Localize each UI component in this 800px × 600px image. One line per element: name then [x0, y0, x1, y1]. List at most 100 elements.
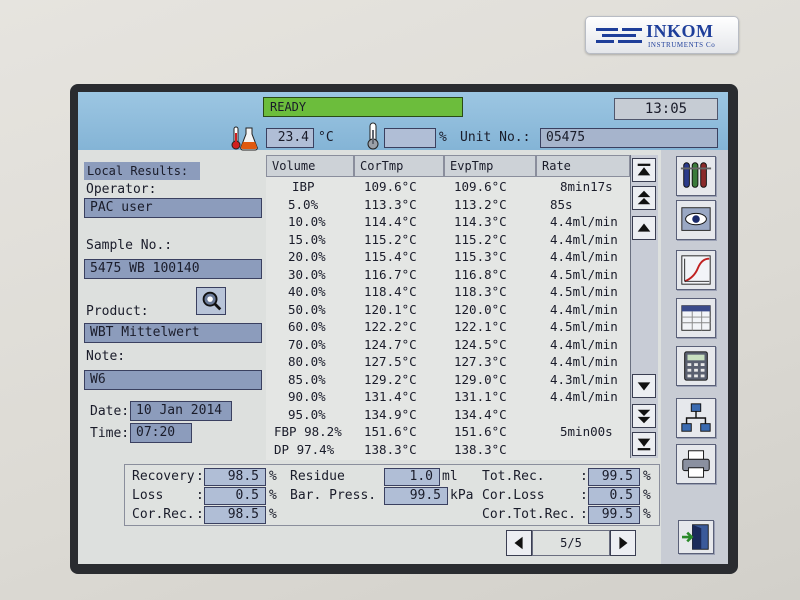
cortmp-cell: 118.4°C: [364, 284, 417, 299]
rate-cell: 4.5ml/min: [550, 319, 618, 334]
clock-display: 13:05: [614, 98, 718, 120]
sample-field[interactable]: 5475 WB 100140: [84, 259, 262, 279]
correc-value[interactable]: 98.5: [204, 506, 266, 524]
brand-name: INKOM: [646, 21, 714, 41]
page-up-button[interactable]: [632, 186, 656, 210]
network-icon[interactable]: [676, 398, 716, 438]
volume-cell: 30.0%: [288, 266, 326, 282]
loss-value[interactable]: 0.5: [204, 487, 266, 505]
totrec-unit: %: [643, 469, 651, 484]
cortotrec-value[interactable]: 99.5: [588, 506, 640, 524]
table-row: 85.0% 129.2°C 129.0°C 4.3ml/min: [266, 371, 630, 388]
table-row: 20.0% 115.4°C 115.3°C 4.4ml/min: [266, 248, 630, 265]
humidity-unit: %: [439, 130, 447, 145]
table-row: 40.0% 118.4°C 118.3°C 4.5ml/min: [266, 283, 630, 300]
humidity-field[interactable]: [384, 128, 436, 148]
volume-cell: 50.0%: [288, 301, 326, 317]
unit-no-label: Unit No.:: [460, 130, 531, 145]
ambient-temperature-field[interactable]: 23.4: [266, 128, 314, 148]
volume-cell: FBP 98.2%: [274, 424, 342, 439]
previous-page-button[interactable]: [506, 530, 532, 556]
evptmp-cell: 124.5°C: [454, 336, 507, 352]
volume-cell: IBP: [292, 179, 315, 194]
volume-cell: 20.0%: [288, 249, 326, 264]
time-field[interactable]: 07:20: [130, 423, 192, 443]
evptmp-cell: 109.6°C: [454, 179, 507, 194]
recovery-value[interactable]: 98.5: [204, 468, 266, 486]
graph-curve-icon[interactable]: [676, 250, 716, 290]
barpress-label: Bar. Press.: [290, 488, 377, 503]
rate-cell: 4.4ml/min: [550, 231, 618, 247]
note-label: Note:: [86, 349, 126, 364]
loss-colon: :: [196, 488, 204, 503]
calculator-icon[interactable]: [676, 346, 716, 386]
evptmp-cell: 114.3°C: [454, 214, 507, 229]
arrow-down-icon: [637, 382, 651, 391]
barpress-unit: kPa: [450, 488, 474, 503]
rate-cell: 4.5ml/min: [550, 266, 618, 282]
line-down-button[interactable]: [632, 374, 656, 398]
table-row: 95.0% 134.9°C 134.4°C: [266, 406, 630, 423]
data-table-icon[interactable]: [676, 298, 716, 338]
page-indicator: 5/5: [532, 530, 610, 556]
note-field[interactable]: W6: [84, 370, 262, 390]
table-row: DP 97.4% 138.3°C 138.3°C: [266, 441, 630, 458]
correc-unit: %: [269, 507, 277, 522]
scroll-top-button[interactable]: [632, 158, 656, 182]
printer-icon[interactable]: [676, 444, 716, 484]
loss-unit: %: [269, 488, 277, 503]
evptmp-cell: 122.1°C: [454, 319, 507, 334]
eye-display-icon[interactable]: [676, 200, 716, 240]
volume-cell: DP 97.4%: [274, 441, 335, 457]
correc-colon: :: [196, 507, 204, 522]
volume-cell: 85.0%: [288, 371, 326, 387]
column-header-volume: Volume: [266, 155, 354, 177]
unit-no-field[interactable]: 05475: [540, 128, 718, 148]
ready-status: READY: [263, 97, 463, 117]
next-page-button[interactable]: [610, 530, 636, 556]
search-product-icon[interactable]: [196, 287, 226, 315]
rate-cell: 4.4ml/min: [550, 214, 618, 229]
volume-cell: 60.0%: [288, 319, 326, 334]
page-down-icon: [637, 409, 651, 424]
table-row: 50.0% 120.1°C 120.0°C 4.4ml/min: [266, 301, 630, 318]
page-down-button[interactable]: [632, 404, 656, 428]
table-row: 90.0% 131.4°C 131.1°C 4.4ml/min: [266, 388, 630, 405]
evptmp-cell: 120.0°C: [454, 301, 507, 317]
rate-cell: 4.4ml/min: [550, 389, 618, 404]
residue-label: Residue: [290, 469, 345, 484]
volume-cell: 70.0%: [288, 336, 326, 352]
exit-door-icon[interactable]: [678, 520, 714, 554]
recovery-label: Recovery: [132, 469, 195, 484]
scroll-bottom-icon: [637, 438, 651, 451]
recovery-colon: :: [196, 469, 204, 484]
rate-cell: 4.4ml/min: [550, 336, 618, 352]
rate-cell: 4.4ml/min: [550, 354, 618, 369]
table-row: FBP 98.2% 151.6°C 151.6°C 5min00s: [266, 423, 630, 440]
corloss-label: Cor.Loss: [482, 488, 545, 503]
arrow-right-icon: [619, 536, 628, 550]
operator-field[interactable]: PAC user: [84, 198, 262, 218]
test-tubes-icon[interactable]: [676, 156, 716, 196]
totrec-value[interactable]: 99.5: [588, 468, 640, 486]
totrec-label: Tot.Rec.: [482, 469, 545, 484]
residue-value[interactable]: 1.0: [384, 468, 440, 486]
barpress-value[interactable]: 99.5: [384, 487, 448, 505]
table-row: 60.0% 122.2°C 122.1°C 4.5ml/min: [266, 318, 630, 335]
volume-cell: 95.0%: [288, 406, 326, 422]
temperature-unit: °C: [318, 130, 334, 145]
recovery-unit: %: [269, 469, 277, 484]
evptmp-cell: 134.4°C: [454, 406, 507, 422]
rate-cell: 5min00s: [560, 424, 613, 439]
cortmp-cell: 134.9°C: [364, 406, 417, 422]
date-field[interactable]: 10 Jan 2014: [130, 401, 232, 421]
rate-cell: 85s: [550, 196, 573, 212]
cortmp-cell: 151.6°C: [364, 424, 417, 439]
product-field[interactable]: WBT Mittelwert: [84, 323, 262, 343]
evptmp-cell: 115.2°C: [454, 231, 507, 247]
cortmp-cell: 131.4°C: [364, 389, 417, 404]
scroll-bottom-button[interactable]: [632, 432, 656, 456]
time-label: Time:: [90, 426, 130, 441]
corloss-value[interactable]: 0.5: [588, 487, 640, 505]
line-up-button[interactable]: [632, 216, 656, 240]
